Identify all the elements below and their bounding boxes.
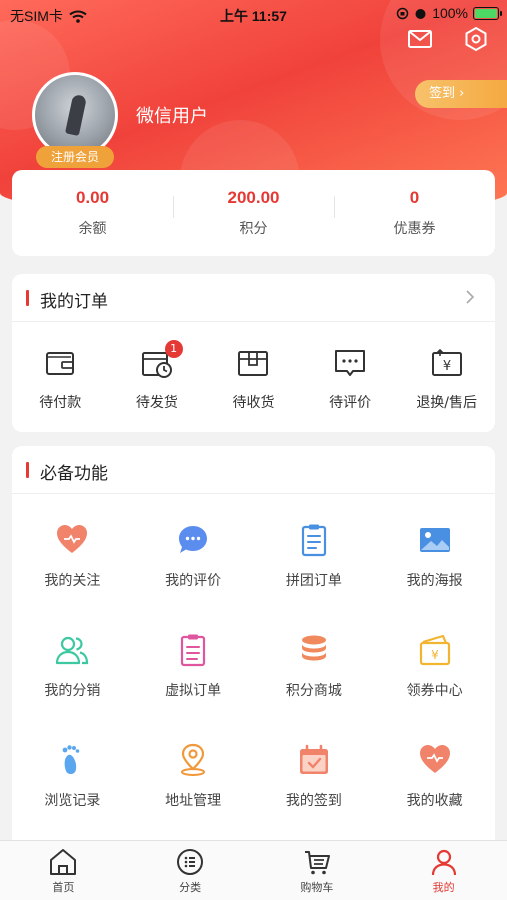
func-browse-history[interactable]: 浏览记录 — [12, 742, 133, 852]
tab-label: 我的 — [432, 881, 455, 894]
tab-bar: 首页 分类 购物车 我的 — [0, 840, 507, 900]
func-my-reviews[interactable]: 我的评价 — [133, 522, 254, 632]
order-after-sales[interactable]: ¥ 退换/售后 — [398, 346, 495, 412]
order-pending-shipment[interactable]: 1 待发货 — [109, 340, 206, 412]
section-accent-bar — [26, 462, 29, 478]
coupon-wallet-icon: ¥ — [419, 634, 450, 666]
func-label: 地址管理 — [165, 793, 222, 809]
footprint-icon — [62, 745, 80, 774]
category-icon — [177, 849, 204, 875]
orders-header[interactable]: 我的订单 — [12, 274, 495, 322]
stat-label: 余额 — [78, 221, 107, 237]
func-my-checkin[interactable]: 我的签到 — [254, 742, 375, 852]
func-label: 虚拟订单 — [165, 683, 222, 699]
battery-percent: 100% — [432, 5, 468, 21]
section-title: 我的订单 — [40, 292, 108, 312]
func-label: 我的收藏 — [406, 793, 463, 809]
stat-balance[interactable]: 0.00 余额 — [12, 188, 173, 238]
settings-icon[interactable] — [463, 26, 489, 52]
orientation-lock-icon — [396, 7, 409, 19]
chat-bubble-icon — [179, 526, 208, 553]
home-icon — [50, 849, 77, 875]
order-label: 待评价 — [329, 395, 372, 411]
location-icon — [181, 743, 206, 776]
tab-home[interactable]: 首页 — [0, 841, 127, 900]
package-icon — [238, 351, 269, 376]
func-address-management[interactable]: 地址管理 — [133, 742, 254, 852]
order-label: 待收货 — [232, 395, 275, 411]
section-title: 必备功能 — [40, 464, 108, 484]
func-my-follows[interactable]: 我的关注 — [12, 522, 133, 632]
image-icon — [419, 528, 450, 552]
func-label: 我的评价 — [165, 573, 222, 589]
func-label: 浏览记录 — [44, 793, 101, 809]
chevron-right-icon[interactable] — [461, 288, 479, 306]
section-accent-bar — [26, 290, 29, 306]
func-group-orders[interactable]: 拼团订单 — [254, 522, 375, 632]
tab-mine[interactable]: 我的 — [380, 841, 507, 900]
func-label: 积分商城 — [285, 683, 342, 699]
svg-text:¥: ¥ — [443, 359, 451, 374]
heart-fav-icon — [419, 745, 450, 773]
orders-card: 我的订单 待付款 1 待发货 待收货 待评价 ¥ 退换/售后 — [12, 274, 495, 432]
func-label: 拼团订单 — [285, 573, 342, 589]
username[interactable]: 微信用户 — [136, 102, 208, 128]
checkin-button[interactable]: 签到 › — [415, 80, 507, 108]
notification-badge: 1 — [164, 340, 183, 358]
svg-text:¥: ¥ — [431, 648, 439, 662]
comment-icon — [335, 350, 366, 376]
tab-label: 分类 — [179, 881, 202, 894]
alarm-icon — [415, 8, 426, 19]
cart-icon — [304, 851, 330, 875]
stat-value: 0.00 — [75, 188, 110, 207]
stat-label: 优惠券 — [393, 221, 436, 237]
battery-icon — [473, 6, 502, 20]
wallet-icon — [46, 352, 75, 375]
clipboard-icon — [301, 524, 326, 557]
heart-icon — [57, 525, 88, 553]
tab-label: 购物车 — [300, 881, 334, 894]
func-label: 我的关注 — [44, 573, 101, 589]
func-coupon-center[interactable]: ¥ 领券中心 — [374, 632, 495, 742]
member-badge: 注册会员 — [36, 146, 114, 168]
order-pending-receipt[interactable]: 待收货 — [205, 346, 302, 412]
stat-value: 200.00 — [227, 188, 280, 207]
func-virtual-orders[interactable]: 虚拟订单 — [133, 632, 254, 742]
avatar-container[interactable]: 注册会员 — [32, 72, 118, 168]
coins-icon — [301, 635, 326, 661]
tab-category[interactable]: 分类 — [127, 841, 254, 900]
mail-icon[interactable] — [407, 26, 433, 52]
func-points-mall[interactable]: 积分商城 — [254, 632, 375, 742]
users-icon — [56, 636, 89, 665]
func-label: 我的签到 — [285, 793, 342, 809]
func-my-distribution[interactable]: 我的分销 — [12, 632, 133, 742]
stat-points[interactable]: 200.00 积分 — [173, 188, 334, 238]
order-label: 待付款 — [39, 395, 82, 411]
tab-label: 首页 — [52, 881, 75, 894]
list-icon — [181, 634, 206, 667]
stat-coupons[interactable]: 0 优惠券 — [334, 188, 495, 238]
order-label: 退换/售后 — [416, 395, 478, 411]
stat-label: 积分 — [239, 221, 268, 237]
functions-header: 必备功能 — [12, 446, 495, 494]
refund-icon: ¥ — [431, 348, 462, 376]
tab-cart[interactable]: 购物车 — [254, 841, 381, 900]
functions-card: 必备功能 我的关注 我的评价 拼团订单 我的海报 我的分销 虚拟订单 积分商城 … — [12, 446, 495, 866]
calendar-check-icon — [299, 744, 328, 774]
func-label: 我的分销 — [44, 683, 101, 699]
user-icon — [431, 849, 456, 876]
func-my-favorites[interactable]: 我的收藏 — [374, 742, 495, 852]
order-label: 待发货 — [135, 395, 178, 411]
stats-card: 0.00 余额 200.00 积分 0 优惠券 — [12, 170, 495, 256]
order-pending-review[interactable]: 待评价 — [302, 346, 399, 412]
func-label: 我的海报 — [406, 573, 463, 589]
stat-value: 0 — [409, 188, 420, 207]
func-my-posters[interactable]: 我的海报 — [374, 522, 495, 632]
func-label: 领券中心 — [406, 683, 463, 699]
order-pending-payment[interactable]: 待付款 — [12, 346, 109, 412]
